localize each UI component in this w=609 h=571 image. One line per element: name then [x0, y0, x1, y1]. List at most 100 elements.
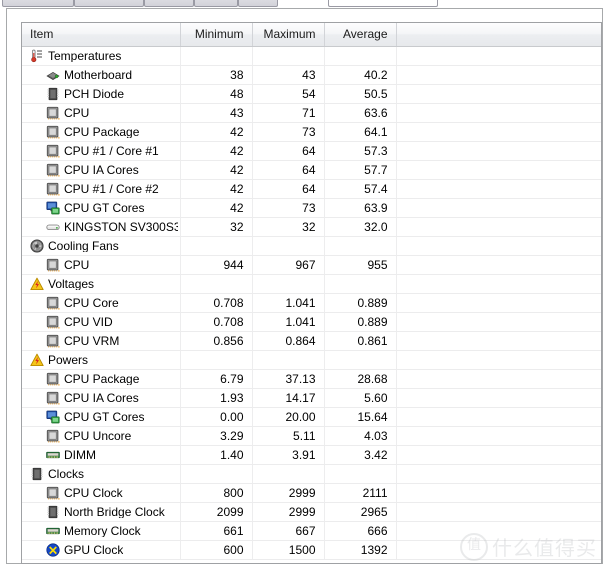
column-header-item[interactable]: Item — [22, 23, 181, 47]
gpu-badge-icon — [46, 542, 60, 557]
column-header-maximum[interactable]: Maximum — [252, 23, 325, 47]
cell-spare — [396, 521, 601, 541]
cell-item: KINGSTON SV300S37... — [22, 217, 181, 237]
cell-spare — [396, 312, 601, 332]
toolbar-button-4[interactable] — [194, 0, 238, 7]
cell-minimum — [180, 274, 253, 294]
toolbar-button-2[interactable] — [74, 0, 144, 7]
cell-minimum: 32 — [180, 217, 253, 237]
cell-spare — [396, 445, 601, 465]
cpu-icon — [46, 182, 60, 196]
cell-item: Voltages — [22, 274, 181, 294]
cell-average: 955 — [324, 255, 397, 275]
cell-minimum: 0.856 — [180, 331, 253, 351]
toolbar-button-1[interactable] — [2, 0, 74, 7]
voltage-warn-icon — [30, 353, 44, 367]
cell-spare — [396, 65, 601, 85]
table-row[interactable]: CPU Package 42 73 64.1 — [22, 122, 601, 142]
sensor-group-row[interactable]: Temperatures — [22, 46, 601, 66]
table-row[interactable]: CPU VRM 0.856 0.864 0.861 — [22, 331, 601, 351]
cell-spare — [396, 407, 601, 427]
cell-spare — [396, 464, 601, 484]
thermometer-icon — [30, 49, 44, 63]
sensor-label: CPU IA Cores — [64, 391, 139, 404]
cpu-icon — [46, 391, 60, 405]
toolbar-strip — [0, 0, 609, 7]
sensor-label: North Bridge Clock — [64, 505, 165, 518]
cell-average: 0.889 — [324, 293, 397, 313]
toolbar-button-3[interactable] — [144, 0, 194, 7]
table-row[interactable]: CPU 43 71 63.6 — [22, 103, 601, 123]
column-header-spare[interactable] — [396, 23, 601, 47]
table-row[interactable]: CPU Core 0.708 1.041 0.889 — [22, 293, 601, 313]
cell-average: 57.4 — [324, 179, 397, 199]
table-row[interactable]: CPU Package 6.79 37.13 28.68 — [22, 369, 601, 389]
table-row[interactable]: GPU Clock 600 1500 1392 — [22, 540, 601, 560]
table-row[interactable]: CPU GT Cores 0.00 20.00 15.64 — [22, 407, 601, 427]
cell-item: CPU Uncore — [22, 426, 181, 446]
cell-minimum: 48 — [180, 84, 253, 104]
cell-spare — [396, 198, 601, 218]
table-row[interactable]: CPU Uncore 3.29 5.11 4.03 — [22, 426, 601, 446]
cell-maximum: 37.13 — [252, 369, 325, 389]
cpu-icon — [46, 429, 60, 443]
table-row[interactable]: DIMM 1.40 3.91 3.42 — [22, 445, 601, 465]
table-row[interactable]: KINGSTON SV300S37...323232.0 — [22, 217, 601, 237]
table-row[interactable]: Motherboard 38 43 40.2 — [22, 65, 601, 85]
chip-dark-icon — [46, 505, 60, 519]
cell-average: 50.5 — [324, 84, 397, 104]
sensor-label: Memory Clock — [64, 524, 141, 537]
cell-item: CPU IA Cores — [22, 160, 181, 180]
cell-maximum — [252, 236, 325, 256]
cell-minimum — [180, 236, 253, 256]
cell-item: Powers — [22, 350, 181, 370]
toolbar-button-5[interactable] — [238, 0, 278, 7]
sensor-label: CPU Core — [64, 296, 119, 309]
cell-item: GPU Clock — [22, 540, 181, 560]
table-body: Temperatures Motherboard 38 43 40.2 PCH Diode… — [22, 46, 601, 560]
table-row[interactable]: CPU IA Cores 42 64 57.7 — [22, 160, 601, 180]
cpu-icon — [46, 372, 60, 386]
cell-spare — [396, 122, 601, 142]
cell-maximum: 73 — [252, 198, 325, 218]
cell-average: 3.42 — [324, 445, 397, 465]
cell-maximum: 64 — [252, 160, 325, 180]
sensor-group-row[interactable]: Clocks — [22, 464, 601, 484]
table-row[interactable]: North Bridge Clock 2099 2999 2965 — [22, 502, 601, 522]
cell-average: 4.03 — [324, 426, 397, 446]
cell-spare — [396, 160, 601, 180]
cell-average: 40.2 — [324, 65, 397, 85]
cell-item: CPU — [22, 103, 181, 123]
table-row[interactable]: CPU Clock 800 2999 2111 — [22, 483, 601, 503]
table-row[interactable]: CPU 944 967 955 — [22, 255, 601, 275]
column-header-average[interactable]: Average — [324, 23, 397, 47]
cell-item: CPU IA Cores — [22, 388, 181, 408]
cell-minimum: 42 — [180, 160, 253, 180]
cell-average: 2965 — [324, 502, 397, 522]
dimm-icon — [46, 524, 60, 538]
sensor-group-row[interactable]: Powers — [22, 350, 601, 370]
cell-item: CPU Package — [22, 122, 181, 142]
cell-average — [324, 350, 397, 370]
cell-spare — [396, 293, 601, 313]
cell-maximum: 54 — [252, 84, 325, 104]
cell-item: CPU Core — [22, 293, 181, 313]
toolbar-right-field[interactable] — [328, 0, 438, 7]
cell-maximum: 20.00 — [252, 407, 325, 427]
table-row[interactable]: CPU GT Cores 42 73 63.9 — [22, 198, 601, 218]
sensor-table-panel[interactable]: Item Minimum Maximum Average Temperature… — [21, 22, 602, 564]
cell-minimum: 0.708 — [180, 312, 253, 332]
sensor-group-row[interactable]: Voltages — [22, 274, 601, 294]
table-row[interactable]: CPU #1 / Core #1 42 64 57.3 — [22, 141, 601, 161]
table-row[interactable]: CPU #1 / Core #2 42 64 57.4 — [22, 179, 601, 199]
table-row[interactable]: CPU IA Cores 1.93 14.17 5.60 — [22, 388, 601, 408]
cell-maximum: 3.91 — [252, 445, 325, 465]
column-header-minimum[interactable]: Minimum — [180, 23, 253, 47]
table-row[interactable]: PCH Diode 48 54 50.5 — [22, 84, 601, 104]
cell-average: 57.7 — [324, 160, 397, 180]
table-row[interactable]: Memory Clock 661 667 666 — [22, 521, 601, 541]
cell-minimum: 42 — [180, 122, 253, 142]
sensor-group-row[interactable]: Cooling Fans — [22, 236, 601, 256]
cell-minimum: 42 — [180, 198, 253, 218]
table-row[interactable]: CPU VID 0.708 1.041 0.889 — [22, 312, 601, 332]
